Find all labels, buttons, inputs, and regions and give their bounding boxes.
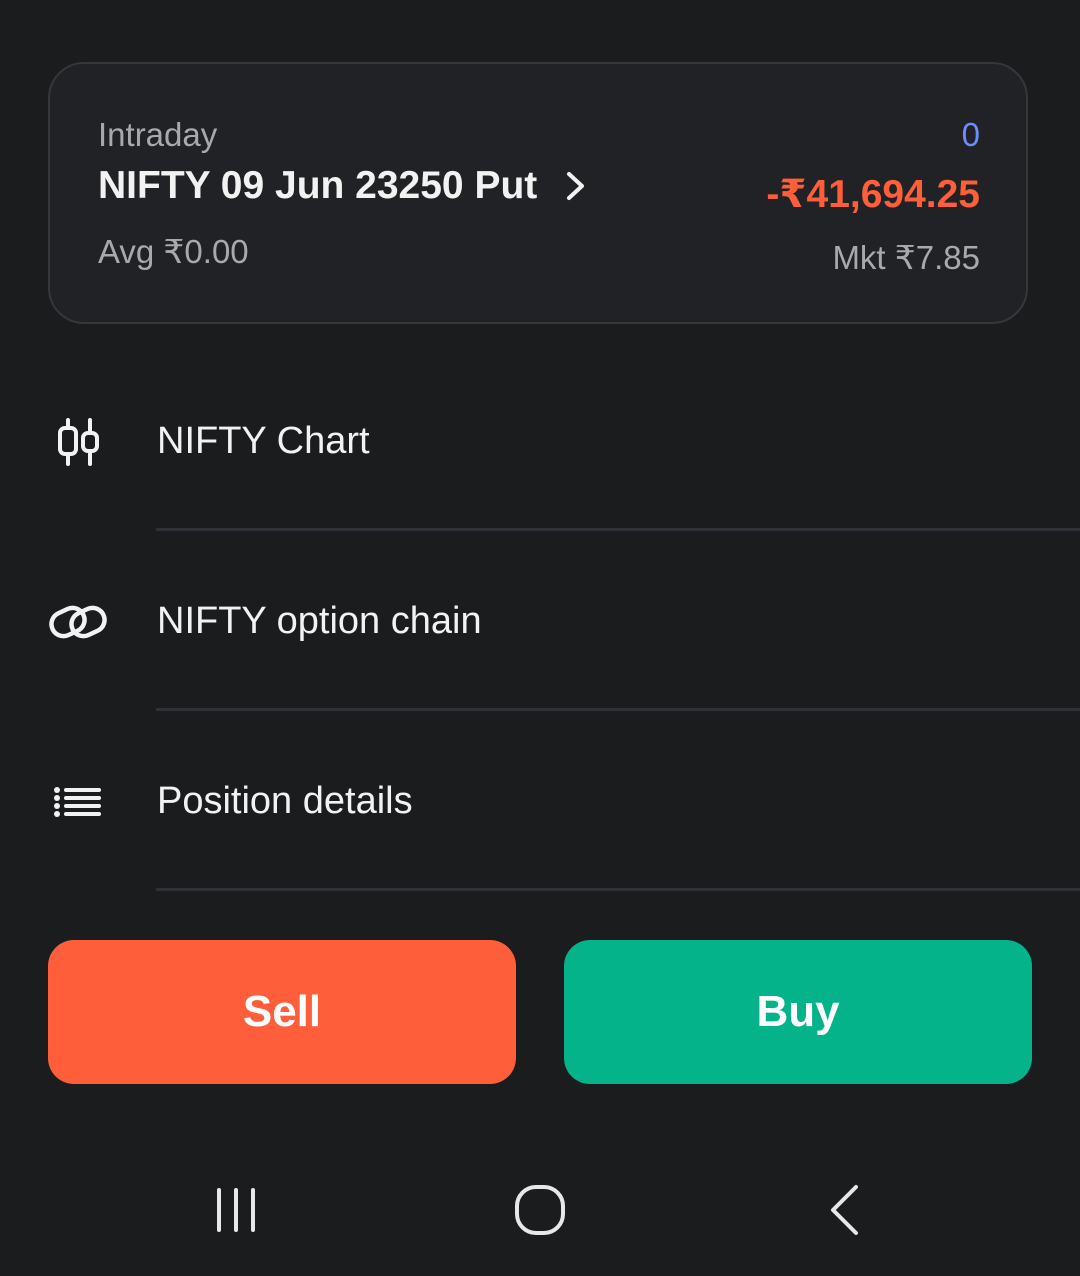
menu-item-chart[interactable]: NIFTY Chart [0, 352, 1080, 532]
divider [156, 708, 1080, 711]
symbol-link[interactable]: NIFTY 09 Jun 23250 Put [98, 164, 587, 208]
product-type: Intraday [98, 116, 218, 153]
menu-item-option-chain[interactable]: NIFTY option chain [0, 532, 1080, 712]
divider [156, 888, 1080, 891]
average-price: Avg ₹0.00 [98, 233, 249, 270]
recent-apps-icon[interactable] [198, 1170, 278, 1250]
buy-button[interactable]: Buy [564, 940, 1032, 1084]
home-icon[interactable] [500, 1170, 580, 1250]
system-navigation-bar [0, 1140, 1080, 1276]
menu-item-label: NIFTY option chain [157, 600, 482, 642]
quantity-value: 0 [961, 116, 980, 153]
menu-item-label: Position details [157, 780, 413, 822]
position-card[interactable]: Intraday NIFTY 09 Jun 23250 Put Avg ₹0.0… [48, 62, 1028, 324]
chevron-right-icon [565, 171, 587, 201]
divider [156, 528, 1080, 531]
candlestick-chart-icon [48, 412, 108, 472]
position-screen: Intraday NIFTY 09 Jun 23250 Put Avg ₹0.0… [0, 0, 1080, 1276]
link-icon [48, 592, 108, 652]
menu-item-position-details[interactable]: Position details [0, 712, 1080, 892]
list-icon [48, 772, 108, 832]
instrument-name: NIFTY 09 Jun 23250 Put [98, 164, 538, 207]
pnl-value: -₹41,694.25 [766, 173, 980, 216]
market-price: Mkt ₹7.85 [832, 239, 980, 276]
back-icon[interactable] [804, 1170, 884, 1250]
sell-button[interactable]: Sell [48, 940, 516, 1084]
menu-item-label: NIFTY Chart [157, 420, 370, 462]
